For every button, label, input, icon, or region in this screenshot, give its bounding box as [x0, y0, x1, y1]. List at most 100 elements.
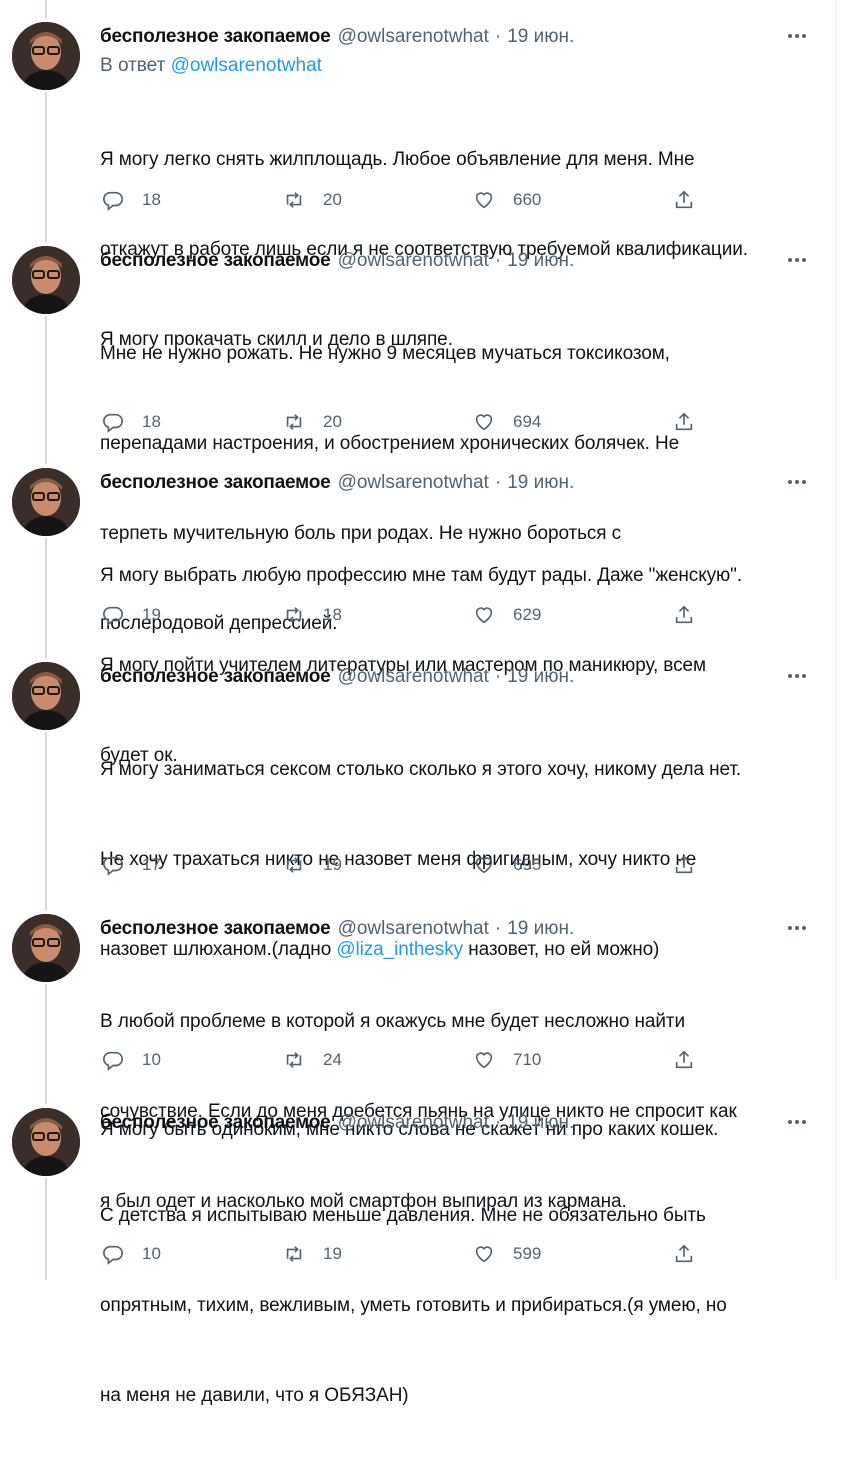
tweet-actions: 18 20 660	[100, 186, 720, 214]
avatar[interactable]	[12, 662, 80, 730]
share-button[interactable]	[673, 1046, 695, 1074]
separator-dot: ·	[494, 1112, 502, 1133]
like-button[interactable]: 695	[473, 851, 541, 879]
retweet-count: 19	[323, 855, 342, 874]
separator-dot: ·	[494, 26, 502, 47]
tweet-header: бесполезное закопаемое @owlsarenotwhat ·…	[100, 662, 574, 692]
tweet-date[interactable]: 19 июн.	[507, 250, 574, 272]
reply-button[interactable]: 18	[102, 408, 161, 436]
retweet-button[interactable]: 19	[283, 851, 342, 879]
tweet-date[interactable]: 19 июн.	[507, 1112, 574, 1134]
tweet[interactable]: бесполезное закопаемое @owlsarenotwhat ·…	[0, 914, 836, 1212]
author-name[interactable]: бесполезное закопаемое	[100, 1112, 331, 1134]
reply-to: В ответ @owlsarenotwhat	[100, 55, 322, 77]
author-name[interactable]: бесполезное закопаемое	[100, 26, 331, 48]
share-button[interactable]	[673, 601, 695, 629]
heart-icon	[475, 192, 493, 209]
tweet-text-line: В любой проблеме в которой я окажусь мне…	[100, 1011, 685, 1032]
avatar[interactable]	[12, 914, 80, 982]
like-button[interactable]: 599	[473, 1240, 541, 1268]
reply-button[interactable]: 17	[102, 851, 161, 879]
avatar[interactable]	[12, 468, 80, 536]
tweet-header: бесполезное закопаемое @owlsarenotwhat ·…	[100, 22, 574, 52]
share-button[interactable]	[673, 186, 695, 214]
heart-icon	[475, 857, 493, 874]
reply-button[interactable]: 10	[102, 1240, 161, 1268]
share-button[interactable]	[673, 851, 695, 879]
more-icon[interactable]	[782, 24, 812, 48]
reply-count: 10	[142, 1050, 161, 1069]
share-icon	[675, 855, 693, 874]
share-button[interactable]	[673, 408, 695, 436]
more-icon[interactable]	[782, 1110, 812, 1134]
tweet[interactable]: бесполезное закопаемое @owlsarenotwhat ·…	[0, 662, 836, 1140]
tweet[interactable]: бесполезное закопаемое @owlsarenotwhat ·…	[0, 246, 836, 634]
like-count: 695	[513, 855, 542, 874]
retweet-count: 24	[323, 1050, 342, 1069]
tweet-text-line: Мне не нужно рожать. Не нужно 9 месяцев …	[100, 343, 670, 364]
reply-icon	[103, 1051, 123, 1071]
share-icon	[675, 1244, 693, 1263]
tweet-date[interactable]: 19 июн.	[507, 26, 574, 48]
share-button[interactable]	[673, 1240, 695, 1268]
more-icon[interactable]	[782, 664, 812, 688]
reply-icon	[103, 606, 123, 626]
author-name[interactable]: бесполезное закопаемое	[100, 250, 331, 272]
tweet[interactable]: бесполезное закопаемое @owlsarenotwhat ·…	[0, 468, 836, 766]
retweet-button[interactable]: 20	[283, 408, 342, 436]
retweet-button[interactable]: 18	[283, 601, 342, 629]
author-name[interactable]: бесполезное закопаемое	[100, 666, 331, 688]
author-handle[interactable]: @owlsarenotwhat	[338, 472, 489, 494]
share-icon	[675, 605, 693, 624]
retweet-icon	[286, 607, 302, 623]
retweet-icon	[286, 857, 302, 873]
like-button[interactable]: 710	[473, 1046, 541, 1074]
avatar[interactable]	[12, 1108, 80, 1176]
tweet-text-line: опрятным, тихим, вежливым, уметь готовит…	[100, 1295, 727, 1316]
author-handle[interactable]: @owlsarenotwhat	[338, 666, 489, 688]
like-button[interactable]: 694	[473, 408, 541, 436]
reply-count: 18	[142, 190, 161, 209]
author-name[interactable]: бесполезное закопаемое	[100, 472, 331, 494]
reply-button[interactable]: 18	[102, 186, 161, 214]
author-handle[interactable]: @owlsarenotwhat	[338, 26, 489, 48]
reply-icon	[103, 191, 123, 211]
author-handle[interactable]: @owlsarenotwhat	[338, 918, 489, 940]
reply-icon	[103, 856, 123, 876]
author-handle[interactable]: @owlsarenotwhat	[338, 250, 489, 272]
tweet-date[interactable]: 19 июн.	[507, 918, 574, 940]
retweet-button[interactable]: 24	[283, 1046, 342, 1074]
tweet-date[interactable]: 19 июн.	[507, 472, 574, 494]
heart-icon	[475, 414, 493, 431]
reply-button[interactable]: 19	[102, 601, 161, 629]
tweet[interactable]: бесполезное закопаемое @owlsarenotwhat ·…	[0, 1108, 836, 1406]
like-button[interactable]: 629	[473, 601, 541, 629]
more-icon[interactable]	[782, 248, 812, 272]
tweet-text-line: Я могу легко снять жилплощадь. Любое объ…	[100, 149, 695, 170]
retweet-icon	[286, 1246, 302, 1262]
avatar[interactable]	[12, 246, 80, 314]
reply-button[interactable]: 10	[102, 1046, 161, 1074]
retweet-button[interactable]: 19	[283, 1240, 342, 1268]
avatar[interactable]	[12, 22, 80, 90]
separator-dot: ·	[494, 250, 502, 271]
like-count: 629	[513, 605, 542, 624]
tweet[interactable]: бесполезное закопаемое @owlsarenotwhat ·…	[0, 22, 836, 350]
author-handle[interactable]: @owlsarenotwhat	[338, 1112, 489, 1134]
tweet-text-line: Я могу заниматься сексом столько сколько…	[100, 759, 742, 780]
reply-count: 18	[142, 412, 161, 431]
author-name[interactable]: бесполезное закопаемое	[100, 918, 331, 940]
retweet-count: 19	[323, 1244, 342, 1263]
tweet-text-line: С детства я испытываю меньше давления. М…	[100, 1205, 706, 1226]
retweet-button[interactable]: 20	[283, 186, 342, 214]
more-icon[interactable]	[782, 470, 812, 494]
tweet-date[interactable]: 19 июн.	[507, 666, 574, 688]
like-count: 660	[513, 190, 542, 209]
like-count: 710	[513, 1050, 542, 1069]
separator-dot: ·	[494, 472, 502, 493]
like-button[interactable]: 660	[473, 186, 541, 214]
tweet-text: С детства я испытываю меньше давления. М…	[100, 1141, 815, 1471]
more-icon[interactable]	[782, 916, 812, 940]
reply-to-link[interactable]: @owlsarenotwhat	[171, 55, 322, 76]
timeline-border	[836, 0, 837, 1280]
